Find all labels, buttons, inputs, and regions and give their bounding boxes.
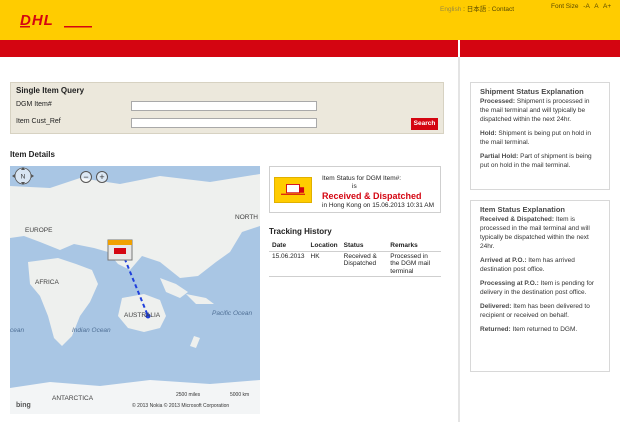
separator: :: [488, 6, 490, 13]
bing-logo: bing: [16, 402, 31, 409]
item-panel-title: Item Status Explanation: [480, 205, 566, 214]
map-label-africa: AFRICA: [35, 279, 59, 286]
status-label-text: Item Status for DGM Item#:: [322, 175, 402, 182]
col-status: Status: [340, 241, 388, 252]
map-label-europe: EUROPE: [25, 227, 53, 234]
item-status-panel: Item Status Explanation Received & Dispa…: [470, 200, 610, 372]
shipment-status-panel: Shipment Status Explanation Processed: S…: [470, 82, 610, 190]
zoom-in-button[interactable]: +: [96, 171, 108, 183]
zoom-out-button[interactable]: −: [80, 171, 92, 183]
cell-status: Received & Dispatched: [340, 251, 388, 277]
map-label-australia: AUSTRALIA: [124, 312, 161, 319]
map-label-indian-ocean: Indian Ocean: [72, 327, 111, 334]
truck-icon: [274, 177, 312, 203]
item-status-box: Item Status for DGM Item#: is Received &…: [269, 166, 441, 213]
tracking-history-title: Tracking History: [269, 227, 332, 236]
cell-date: 15.06.2013: [269, 251, 308, 277]
explanation-item: Arrived at P.O.: Item has arrived destin…: [480, 257, 575, 273]
dgm-item-label: DGM Item#: [16, 101, 52, 108]
dgm-item-input[interactable]: [131, 101, 317, 111]
explanation-item: Processing at P.O.: Item is pending for …: [480, 280, 595, 296]
font-size-controls: Font Size -A A A+: [551, 3, 611, 10]
status-main-text: Received & Dispatched: [322, 191, 422, 201]
red-nav-bar-right: [458, 40, 620, 57]
single-item-query-panel: Single Item Query DGM Item# Item Cust_Re…: [10, 82, 444, 134]
font-small-button[interactable]: -A: [583, 3, 589, 10]
font-large-button[interactable]: A+: [603, 3, 611, 10]
scale-miles: 2500 miles: [176, 392, 201, 398]
table-row: 15.06.2013 HK Received & Dispatched Proc…: [269, 251, 441, 277]
status-location-text: in Hong Kong on 15.06.2013 10:31 AM: [322, 202, 435, 209]
map-attribution: © 2013 Nokia © 2013 Microsoft Corporatio…: [132, 403, 230, 409]
map-label-north: NORTH: [235, 214, 258, 221]
column-divider: [458, 57, 460, 422]
contact-link[interactable]: Contact: [492, 6, 514, 13]
explanation-item: Delivered: Item has been delivered to re…: [480, 303, 590, 319]
tracking-map[interactable]: N − + EUROPE NORTH AFRICA AUSTRALIA cean…: [10, 166, 260, 414]
map-navigation-control[interactable]: N: [10, 166, 36, 186]
top-header: DHL English : 日本語 : Contact Font Size -A…: [0, 0, 620, 40]
table-header-row: Date Location Status Remarks: [269, 241, 441, 252]
query-title: Single Item Query: [16, 86, 85, 95]
english-link[interactable]: English: [440, 6, 461, 13]
col-date: Date: [269, 241, 308, 252]
status-label: Item Status for DGM Item#: is: [322, 175, 401, 191]
font-normal-button[interactable]: A: [594, 3, 598, 10]
japanese-link[interactable]: 日本語: [467, 6, 487, 13]
explanation-item: Received & Dispatched: Item is processed…: [480, 216, 590, 250]
tracking-history-table: Date Location Status Remarks 15.06.2013 …: [269, 241, 441, 277]
cust-ref-label: Item Cust_Ref: [16, 118, 61, 125]
package-marker-icon[interactable]: [107, 239, 133, 261]
item-details-title: Item Details: [10, 150, 55, 159]
dhl-logo[interactable]: DHL: [20, 12, 92, 28]
col-remarks: Remarks: [387, 241, 441, 252]
explanation-item: Hold: Shipment is being put on hold in t…: [480, 130, 591, 146]
map-label-antarctica: ANTARCTICA: [52, 395, 94, 402]
map-label-ocean-left: cean: [10, 327, 25, 334]
font-size-label: Font Size: [551, 3, 579, 10]
explanation-item: Returned: Item returned to DGM.: [480, 326, 578, 333]
explanation-item: Partial Hold: Part of shipment is being …: [480, 153, 592, 169]
map-label-pacific-ocean: Pacific Ocean: [212, 310, 253, 317]
scale-km: 5000 km: [230, 392, 250, 398]
explanation-item: Processed: Shipment is processed in the …: [480, 98, 590, 123]
svg-text:DHL: DHL: [20, 12, 54, 28]
col-location: Location: [307, 241, 341, 252]
status-is-text: is: [352, 183, 357, 190]
cell-location: HK: [307, 251, 341, 277]
cust-ref-input[interactable]: [131, 118, 317, 128]
svg-text:N: N: [21, 174, 26, 181]
cell-remarks: Processed in the DGM mail terminal: [387, 251, 441, 277]
search-button[interactable]: Search: [411, 118, 438, 130]
shipment-panel-title: Shipment Status Explanation: [480, 87, 584, 96]
map-graphic: [10, 174, 260, 414]
language-links: English : 日本語 : Contact: [440, 3, 514, 13]
separator: :: [463, 6, 465, 13]
